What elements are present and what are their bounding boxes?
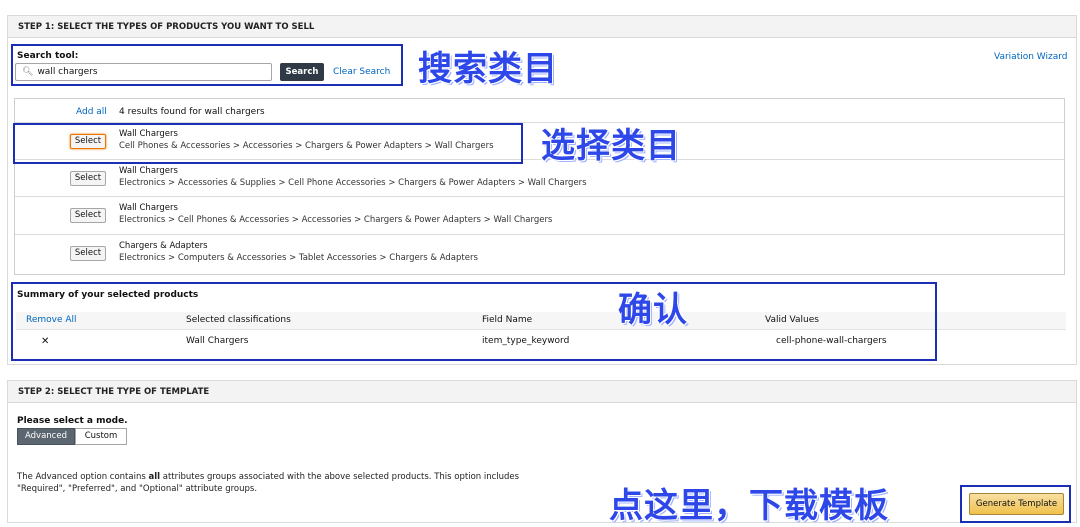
mode-advanced-button[interactable]: Advanced: [17, 428, 75, 445]
select-button[interactable]: Select: [70, 171, 106, 186]
mode-custom-button[interactable]: Custom: [75, 428, 127, 445]
result-row: Select Wall Chargers Electronics > Cell …: [15, 196, 1064, 233]
result-title: Chargers & Adapters: [119, 241, 208, 251]
step2-panel: STEP 2: SELECT THE TYPE OF TEMPLATE: [7, 380, 1077, 523]
mode-description: The Advanced option contains all attribu…: [17, 471, 519, 495]
result-title: Wall Chargers: [119, 203, 178, 213]
result-path: Electronics > Computers & Accessories > …: [119, 253, 478, 263]
desc-post: attributes groups associated with the ab…: [160, 472, 520, 482]
annotation-click-here: 点这里，下载模板: [609, 486, 889, 526]
desc-line2: "Required", "Preferred", and "Optional" …: [17, 484, 258, 494]
variation-wizard-link[interactable]: Variation Wizard: [994, 52, 1068, 62]
step1-header: STEP 1: SELECT THE TYPES OF PRODUCTS YOU…: [8, 16, 1076, 38]
step2-header: STEP 2: SELECT THE TYPE OF TEMPLATE: [8, 381, 1076, 403]
result-path: Electronics > Cell Phones & Accessories …: [119, 215, 553, 225]
add-all-link[interactable]: Add all: [76, 107, 107, 117]
result-title: Wall Chargers: [119, 166, 178, 176]
desc-pre: The Advanced option contains: [17, 472, 149, 482]
result-row: Select Chargers & Adapters Electronics >…: [15, 234, 1064, 271]
desc-bold: all: [148, 472, 161, 482]
mode-label: Please select a mode.: [17, 416, 128, 426]
annotation-box-search: [11, 44, 403, 86]
results-count: 4 results found for wall chargers: [119, 107, 265, 117]
select-button[interactable]: Select: [70, 208, 106, 223]
annotation-box-select: [13, 123, 523, 164]
select-button[interactable]: Select: [70, 246, 106, 261]
annotation-select-category: 选择类目: [541, 126, 681, 166]
annotation-search-category: 搜索类目: [418, 49, 558, 89]
result-row: Select Wall Chargers Electronics > Acces…: [15, 159, 1064, 196]
annotation-box-confirm: [11, 282, 937, 361]
result-path: Electronics > Accessories & Supplies > C…: [119, 178, 587, 188]
annotation-box-generate: [960, 485, 1071, 523]
annotation-confirm: 确认: [618, 290, 688, 330]
